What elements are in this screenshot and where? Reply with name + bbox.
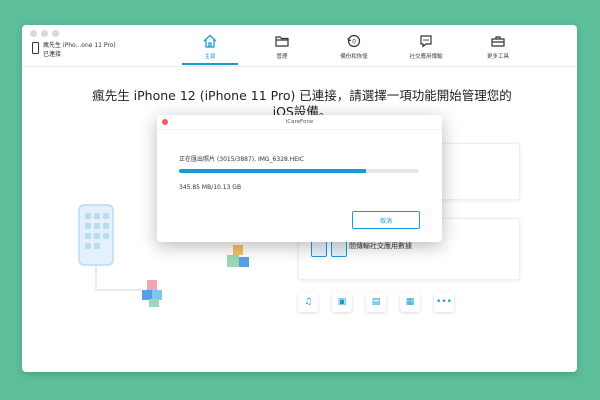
tab-backup-label: 備份和恢復 bbox=[340, 54, 368, 60]
folder-icon bbox=[275, 36, 289, 47]
tab-more-tools-label: 更多工具 bbox=[486, 54, 509, 60]
apps-icon[interactable]: ▦ bbox=[400, 292, 420, 312]
tab-social-transfer-label: 社交應用傳輸 bbox=[409, 54, 443, 60]
close-window-button[interactable] bbox=[30, 30, 37, 37]
photo-icon[interactable]: ▣ bbox=[332, 292, 352, 312]
tab-backup[interactable]: 0 備份和恢復 bbox=[318, 31, 390, 67]
export-status-text: 正在匯出照片 (3015/3887), IMG_6328.HEIC bbox=[179, 156, 304, 163]
export-progress-dialog: iCareFone 正在匯出照片 (3015/3887), IMG_6328.H… bbox=[157, 115, 442, 242]
top-nav: 主頁 管理 0 備份和恢復 社交應用傳輸 更多工具 bbox=[174, 31, 534, 67]
backup-icon: 0 bbox=[347, 34, 361, 48]
device-status: 已連接 bbox=[43, 51, 62, 58]
toolbox-icon bbox=[491, 36, 505, 47]
window-controls bbox=[30, 30, 59, 37]
export-progress-bar bbox=[179, 169, 419, 173]
tab-manage-label: 管理 bbox=[276, 54, 288, 60]
export-progress-fill bbox=[179, 169, 367, 173]
svg-text:0: 0 bbox=[352, 39, 356, 46]
phone-icon bbox=[32, 42, 39, 54]
tab-home-label: 主頁 bbox=[204, 54, 216, 60]
device-info: 瘋先生 iPho...one 11 Pro) 已連接 bbox=[32, 41, 116, 59]
tab-home[interactable]: 主頁 bbox=[174, 31, 246, 67]
home-icon bbox=[203, 34, 217, 48]
minimize-window-button[interactable] bbox=[41, 30, 48, 37]
zoom-window-button[interactable] bbox=[52, 30, 59, 37]
header-divider bbox=[22, 66, 577, 67]
cancel-button[interactable]: 取消 bbox=[352, 211, 420, 229]
tab-more-tools[interactable]: 更多工具 bbox=[462, 31, 534, 67]
export-size-text: 345.85 MB/10.13 GB bbox=[179, 184, 242, 191]
music-icon[interactable]: ♫ bbox=[298, 292, 318, 312]
dialog-titlebar: iCareFone bbox=[157, 115, 442, 130]
more-icon[interactable]: ••• bbox=[434, 292, 454, 312]
feature-card-social-text: 間傳輸社交應用數據 bbox=[349, 242, 412, 250]
tab-manage[interactable]: 管理 bbox=[246, 31, 318, 67]
chat-icon bbox=[420, 35, 432, 48]
device-name: 瘋先生 iPho...one 11 Pro) bbox=[43, 42, 116, 49]
dialog-title: iCareFone bbox=[285, 119, 314, 125]
quick-tools: ♫ ▣ ▤ ▦ ••• bbox=[298, 292, 454, 312]
tab-social-transfer[interactable]: 社交應用傳輸 bbox=[390, 31, 462, 67]
dialog-close-button[interactable] bbox=[162, 119, 168, 125]
contacts-icon[interactable]: ▤ bbox=[366, 292, 386, 312]
